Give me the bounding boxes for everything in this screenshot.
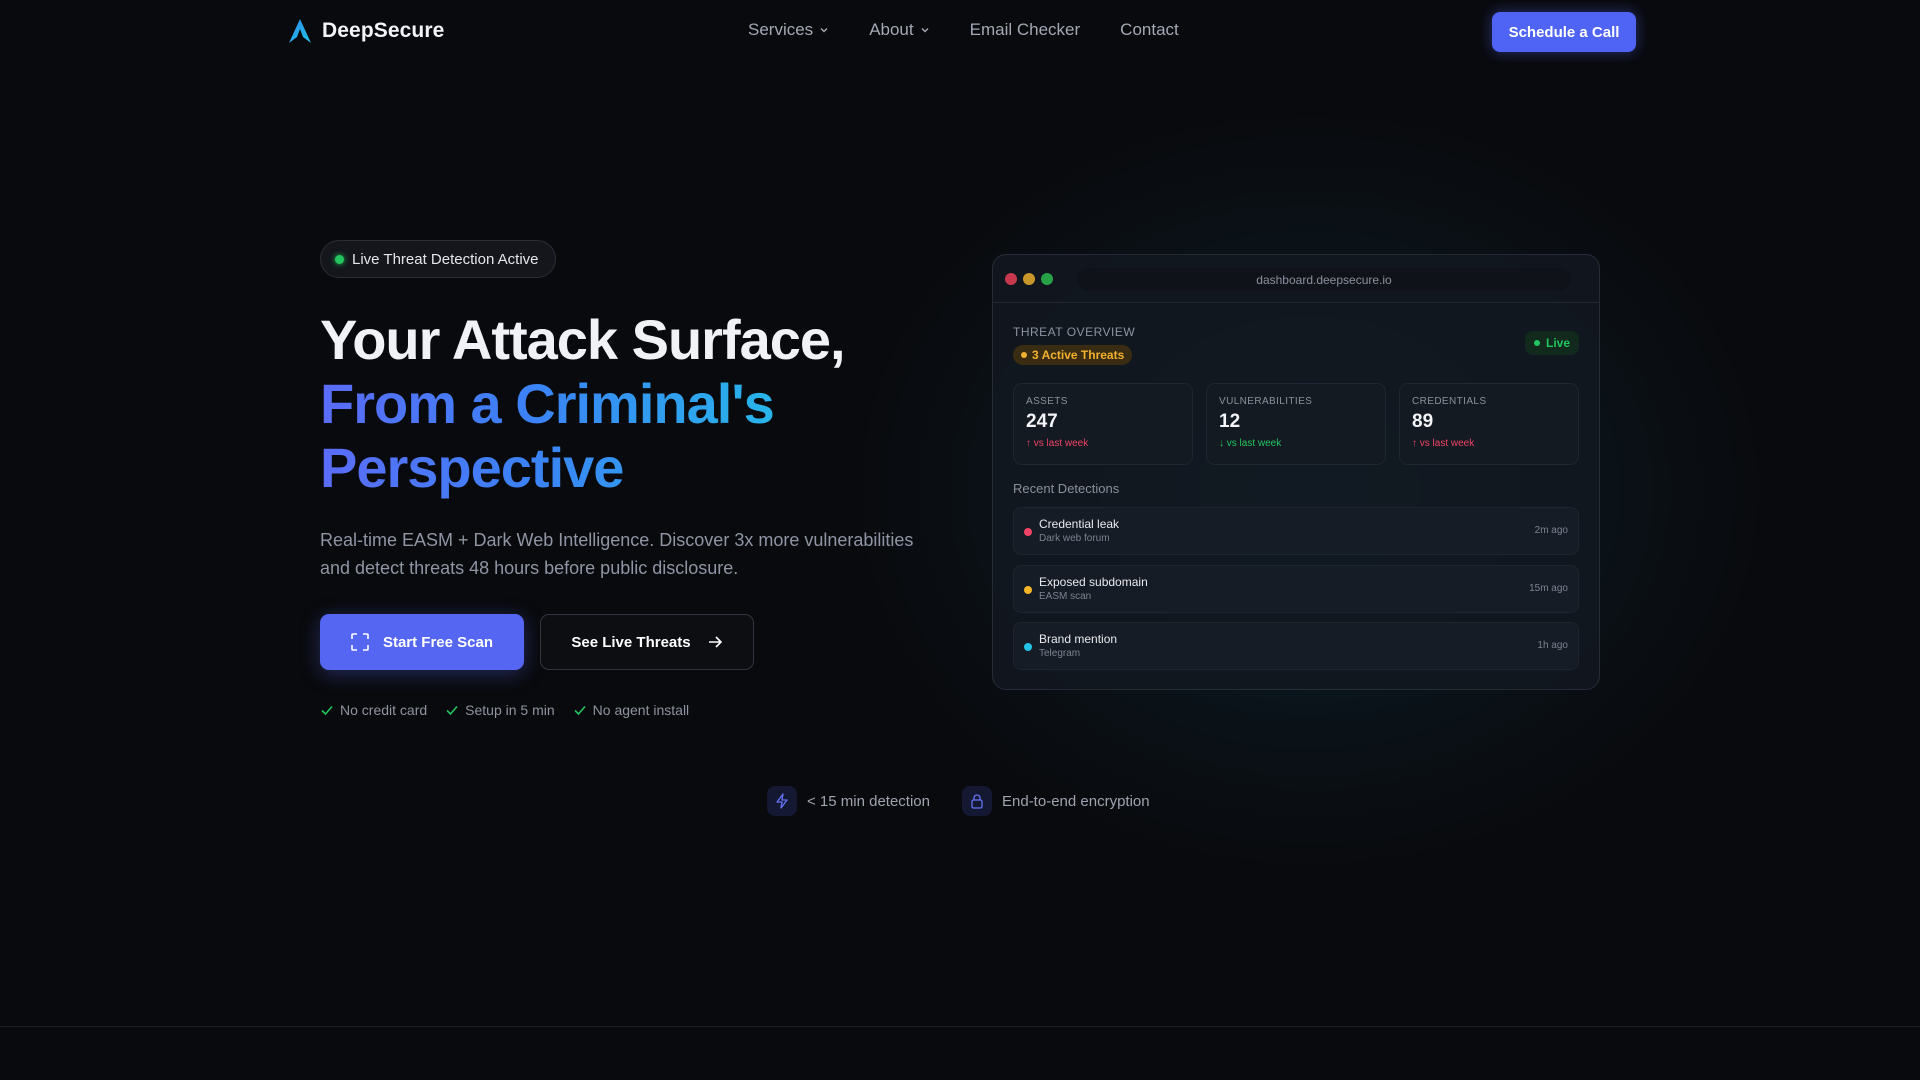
stat-label: CREDENTIALS bbox=[1412, 396, 1487, 407]
check-item: No agent install bbox=[573, 702, 690, 718]
section-divider bbox=[0, 1026, 1920, 1027]
stat-card-assets: ASSETS 247 ↑ vs last week bbox=[1013, 383, 1193, 465]
nav-item-about[interactable]: About bbox=[869, 20, 929, 40]
schedule-call-button[interactable]: Schedule a Call bbox=[1492, 12, 1636, 52]
stat-trend: ↑ vs last week bbox=[1412, 438, 1475, 449]
start-free-scan-button[interactable]: Start Free Scan bbox=[320, 614, 524, 670]
window-minimize-dot bbox=[1023, 273, 1035, 285]
hero-title-line-2: From a Criminal's bbox=[320, 372, 845, 436]
live-detection-badge: Live Threat Detection Active bbox=[320, 240, 556, 278]
check-label: No agent install bbox=[592, 702, 690, 718]
hero-subtitle: Real-time EASM + Dark Web Intelligence. … bbox=[320, 530, 914, 578]
nav-links: Services About Email Checker Contact bbox=[748, 20, 1179, 40]
chevron-down-icon bbox=[820, 28, 828, 33]
stat-value: 12 bbox=[1219, 411, 1241, 432]
status-dot bbox=[1533, 340, 1540, 346]
nav-item-label: Email Checker bbox=[969, 20, 1081, 39]
detection-item[interactable]: Exposed subdomain EASM scan 15m ago bbox=[1013, 565, 1579, 613]
window-maximize-dot bbox=[1041, 273, 1053, 285]
feature-label: < 15 min detection bbox=[807, 792, 930, 810]
detection-item[interactable]: Credential leak Dark web forum 2m ago bbox=[1013, 507, 1579, 555]
recent-detections-title: Recent Detections bbox=[1013, 481, 1120, 496]
arrow-right-icon bbox=[708, 636, 722, 648]
nav-item-contact[interactable]: Contact bbox=[1120, 20, 1179, 40]
detection-source: EASM scan bbox=[1039, 591, 1092, 602]
nav-item-services[interactable]: Services bbox=[748, 20, 829, 40]
stat-card-credentials: CREDENTIALS 89 ↑ vs last week bbox=[1399, 383, 1579, 465]
brand[interactable]: DeepSecure bbox=[288, 18, 444, 44]
brand-name: DeepSecure bbox=[322, 19, 445, 42]
nav-item-email-checker[interactable]: Email Checker bbox=[970, 20, 1081, 40]
feature-encryption: End-to-end encryption bbox=[962, 786, 1150, 816]
severity-dot bbox=[1024, 528, 1032, 536]
severity-dot bbox=[1024, 643, 1032, 651]
hero-title-line-3: Perspective bbox=[320, 436, 845, 500]
check-label: Setup in 5 min bbox=[465, 702, 555, 718]
detection-name: Brand mention bbox=[1039, 632, 1118, 646]
detection-source: Telegram bbox=[1039, 648, 1081, 659]
status-dot bbox=[1021, 352, 1027, 358]
detection-time: 2m ago bbox=[1534, 525, 1568, 536]
checkmark-icon bbox=[321, 705, 333, 716]
benefit-checks: No credit card Setup in 5 min No agent i… bbox=[320, 702, 689, 718]
section-title: THREAT OVERVIEW bbox=[1013, 325, 1136, 339]
stat-value: 247 bbox=[1026, 411, 1058, 432]
lightning-icon bbox=[767, 786, 797, 816]
active-threats-badge: 3 Active Threats bbox=[1013, 345, 1133, 365]
scan-frame-icon bbox=[351, 633, 369, 651]
badge-label: Live bbox=[1545, 336, 1570, 350]
browser-chrome: dashboard.deepsecure.io bbox=[993, 255, 1599, 303]
stat-trend: ↓ vs last week bbox=[1219, 438, 1282, 449]
checkmark-icon bbox=[574, 705, 586, 716]
check-item: No credit card bbox=[320, 702, 427, 718]
window-close-dot bbox=[1005, 273, 1017, 285]
detection-time: 15m ago bbox=[1529, 583, 1568, 594]
logo-icon bbox=[289, 19, 311, 43]
chevron-down-icon bbox=[921, 28, 929, 33]
nav-item-label: About bbox=[869, 20, 914, 39]
detection-name: Exposed subdomain bbox=[1039, 575, 1148, 589]
stat-label: ASSETS bbox=[1026, 396, 1068, 407]
detection-time: 1h ago bbox=[1537, 640, 1568, 651]
stat-card-vulnerabilities: VULNERABILITIES 12 ↓ vs last week bbox=[1206, 383, 1386, 465]
stat-label: VULNERABILITIES bbox=[1219, 396, 1313, 407]
check-label: No credit card bbox=[340, 702, 428, 718]
severity-dot bbox=[1024, 586, 1032, 594]
see-live-threats-button[interactable]: See Live Threats bbox=[540, 614, 754, 670]
hero-title-line-1: Your Attack Surface, bbox=[320, 308, 846, 371]
stat-trend: ↑ vs last week bbox=[1026, 438, 1089, 449]
detection-source: Dark web forum bbox=[1039, 533, 1110, 544]
dashboard-preview: dashboard.deepsecure.io THREAT OVERVIEW … bbox=[992, 254, 1600, 690]
feature-label: End-to-end encryption bbox=[1002, 792, 1150, 810]
live-badge: Live bbox=[1524, 331, 1579, 355]
address-bar: dashboard.deepsecure.io bbox=[1077, 268, 1571, 291]
checkmark-icon bbox=[446, 705, 458, 716]
button-label: Start Free Scan bbox=[382, 633, 494, 651]
stat-value: 89 bbox=[1412, 411, 1434, 432]
top-navigation: DeepSecure Services About Email Checker … bbox=[0, 0, 1920, 64]
detection-item[interactable]: Brand mention Telegram 1h ago bbox=[1013, 622, 1579, 670]
detection-name: Credential leak bbox=[1039, 517, 1120, 531]
nav-item-label: Services bbox=[748, 20, 814, 39]
nav-item-label: Contact bbox=[1120, 20, 1179, 39]
lock-icon bbox=[962, 786, 992, 816]
check-item: Setup in 5 min bbox=[445, 702, 555, 718]
badge-label: Live Threat Detection Active bbox=[352, 250, 539, 268]
button-label: See Live Threats bbox=[571, 633, 691, 651]
badge-label: 3 Active Threats bbox=[1032, 348, 1125, 362]
feature-detection-speed: < 15 min detection bbox=[767, 786, 930, 816]
status-dot bbox=[335, 254, 344, 264]
hero-title: Your Attack Surface, From a Criminal's P… bbox=[320, 308, 846, 500]
